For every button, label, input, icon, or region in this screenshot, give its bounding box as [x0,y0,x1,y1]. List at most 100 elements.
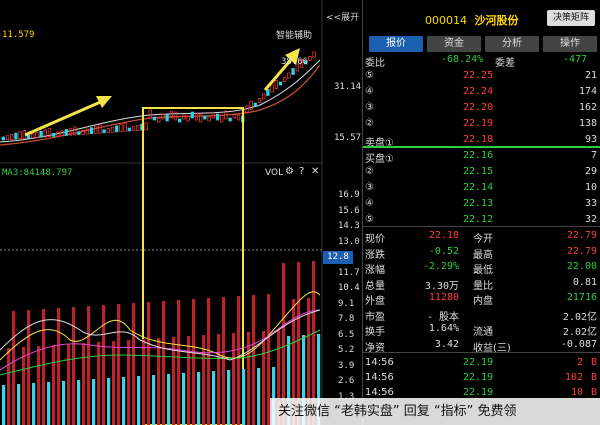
stat-row: 涨幅 -2.29% 最低 22.00 [363,259,600,276]
candle [31,133,35,139]
buy-price: 22.14 [463,182,494,193]
tick-price: 22.19 [463,357,494,368]
sell-order-row: ⑤ 22.25 21 [363,68,600,84]
volume-bar [197,372,201,425]
sell-level: ② [365,118,374,129]
help-icon[interactable]: ? [299,166,304,177]
close-icon[interactable]: ✕ [311,166,319,177]
buy-order-row: ③ 22.14 10 [363,180,600,196]
volume-bar [162,301,166,425]
candle [178,118,182,123]
candle [287,72,291,79]
decision-matrix-button[interactable]: 决策矩阵 [547,10,595,26]
tab-operation[interactable]: 操作 [543,36,597,52]
candle [26,134,31,139]
vol-axis-tick: 10.4 [338,283,360,293]
tab-quote[interactable]: 报价 [369,36,423,52]
candle [110,126,115,133]
sell-level: ⑤ [365,70,374,81]
candle [39,130,43,138]
candle [98,124,102,134]
tab-analysis[interactable]: 分析 [485,36,539,52]
candle [14,132,18,140]
tick-flag: B [590,357,597,368]
volume-bar [87,306,91,425]
candle [236,114,241,121]
sell-volume: 162 [578,102,597,113]
candle [152,116,157,121]
sell-price: 22.25 [463,70,494,81]
stock-code: 000014 [425,14,467,27]
volume-bar [112,341,116,425]
gear-icon[interactable]: ⚙ [285,166,294,177]
buy-price: 22.13 [463,198,494,209]
candle [312,51,316,58]
candle [283,77,287,82]
buy-level: 买盘① [365,154,394,165]
sell-order-row: ② 22.19 138 [363,116,600,132]
buy-volume: 7 [590,150,597,161]
candle [207,116,211,122]
tick-volume: 2 [576,357,583,368]
tick-time: 14:56 [365,387,394,398]
buy-volume: 33 [584,198,597,209]
buy-order-row: ④ 22.13 33 [363,196,600,212]
vol-axis-tick: 2.6 [338,376,355,386]
candle [123,122,127,132]
buy-order-row: 买盘① 22.16 7 [363,148,600,165]
volume-bar [142,339,146,425]
vol-label: VOL [265,168,284,178]
volume-bar [167,374,171,425]
volume-bar [157,338,161,425]
volume-bar [252,295,256,425]
buy-level: ⑤ [365,214,374,225]
tick-time: 14:56 [365,372,394,383]
vol-axis-tick: 6.5 [338,329,355,340]
volume-bar [77,380,81,425]
axis-upper-1: 31.14 [334,82,362,92]
tick-price: 22.19 [463,372,494,383]
volume-bar [72,307,76,425]
stat-value: 22.18 [428,230,459,241]
volume-bar [42,309,46,425]
stat-row: 净资 3.42 收益(三) -0.087 [363,337,600,354]
candle [165,114,169,122]
vol-axis-tick: 15.6 [338,205,360,216]
candle [131,126,136,132]
candle [127,127,131,132]
candle [257,98,262,103]
stat-row: 换手 1.64% 流通 2.02亿 [363,321,600,338]
expand-button[interactable]: <<展开 [326,10,359,23]
candle [94,126,98,134]
volume-bar [122,377,126,425]
sell-level: ④ [365,86,374,97]
candle [35,132,39,138]
stat-row: 总量 3.30万 量比 0.81 [363,275,600,292]
vol-axis-tick: 7.8 [338,314,355,324]
stat-value: 11280 [428,292,459,303]
sell-price: 22.24 [463,86,494,97]
tab-funds[interactable]: 资金 [427,36,481,52]
volume-bar [127,340,131,425]
candle [5,135,10,141]
smart-assist-label[interactable]: 智能辅助 [276,28,312,41]
volume-bar [227,370,231,425]
stock-name: 沙河股份 [474,14,519,27]
candle [106,128,110,133]
candle [136,125,140,131]
stat-row: 涨跌 -0.52 最高 22.79 [363,244,600,261]
chart-panel[interactable]: 11.579 <<展开 智能辅助 38.66 31.14 15.57 MA3:8… [0,0,362,425]
tick-flag: B [590,387,597,398]
volume-bar [52,345,56,425]
stock-title: 000014 沙河股份 [425,12,519,28]
volume-bar [147,302,151,425]
volume-bar [192,299,196,425]
stat-value: 22.79 [566,245,597,257]
volume-bar [37,346,41,425]
sell-price: 22.20 [463,102,494,113]
sell-volume: 21 [584,70,597,81]
volume-bar [102,305,106,425]
buy-level: ③ [365,182,374,193]
candle [119,124,123,132]
candle [157,117,161,123]
